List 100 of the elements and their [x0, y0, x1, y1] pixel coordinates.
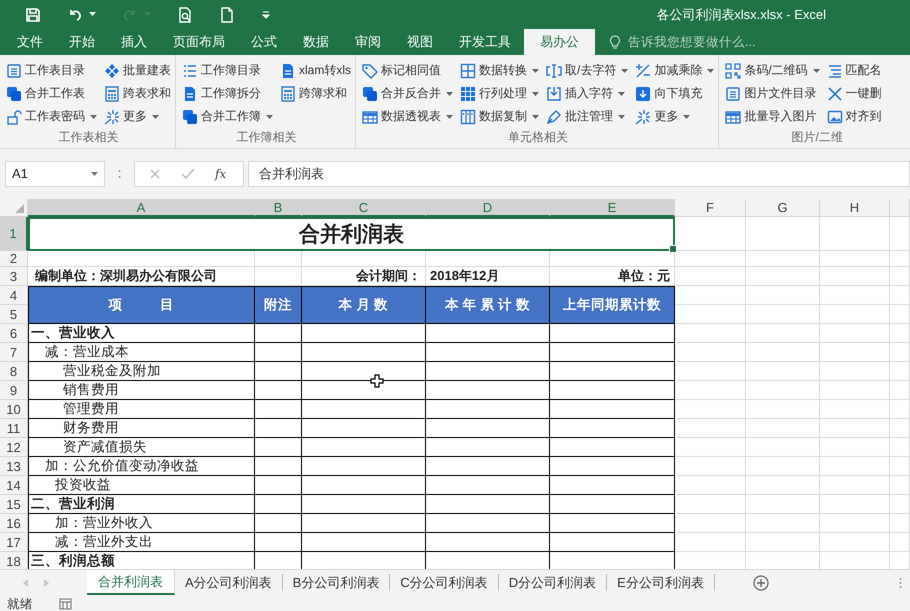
row-header[interactable]: 2	[0, 251, 28, 267]
ribbon-button[interactable]: 工作表目录	[5, 59, 98, 82]
name-box[interactable]: A1	[5, 160, 105, 186]
column-heading-cell: 本 年 累 计 数	[426, 286, 550, 324]
row-header[interactable]: 18	[0, 552, 28, 569]
column-header[interactable]: F	[675, 199, 746, 217]
column-header[interactable]: H	[820, 199, 890, 217]
column-header[interactable]: B	[255, 199, 302, 217]
ribbon-button[interactable]: 加减乘除	[634, 59, 716, 82]
stacked-squares-icon	[6, 86, 22, 102]
ribbon-button[interactable]: 取/去字符	[545, 59, 630, 82]
sheet-tab[interactable]: D分公司利润表	[498, 574, 608, 591]
column-header[interactable]: A	[28, 199, 255, 217]
ribbon-button[interactable]: 条码/二维码	[724, 59, 821, 82]
ribbon-tab[interactable]: 插入	[108, 29, 160, 55]
ribbon-tab[interactable]: 公式	[238, 29, 290, 55]
fill-handle[interactable]	[669, 245, 677, 253]
sheet-tab[interactable]: B分公司利润表	[282, 574, 390, 591]
row-header[interactable]: 8	[0, 362, 28, 381]
grid-cell	[675, 305, 746, 324]
row-header[interactable]: 4	[0, 286, 28, 305]
ribbon-tab[interactable]: 页面布局	[160, 29, 238, 55]
ribbon-button[interactable]: 合并工作表	[5, 82, 98, 105]
row-header[interactable]: 7	[0, 343, 28, 362]
row-header[interactable]: 11	[0, 419, 28, 438]
ribbon-button[interactable]: 匹配名	[826, 59, 883, 82]
print-preview-icon	[177, 6, 193, 22]
next-sheet-icon[interactable]	[43, 578, 49, 586]
grip-icon[interactable]	[118, 168, 121, 180]
ribbon-button[interactable]: 批量导入图片	[724, 105, 821, 128]
more-icon[interactable]	[899, 576, 902, 588]
row-header[interactable]: 1	[0, 217, 28, 251]
ribbon-button[interactable]: 更多	[103, 105, 172, 128]
row-header[interactable]: 13	[0, 457, 28, 476]
ribbon-button[interactable]: 更多	[634, 105, 716, 128]
ribbon-tab[interactable]: 开始	[56, 29, 108, 55]
ribbon-button[interactable]: 插入字符	[545, 82, 630, 105]
sheet-tab[interactable]: A分公司利润表	[175, 574, 283, 591]
column-header[interactable]: C	[302, 199, 426, 217]
row-header[interactable]: 12	[0, 438, 28, 457]
stacked-lines-icon	[826, 62, 843, 78]
ribbon-button[interactable]: 工作表密码	[5, 105, 98, 128]
column-header[interactable]: D	[426, 199, 550, 217]
ribbon-tab[interactable]: 视图	[394, 29, 446, 55]
ribbon-tab[interactable]: 开发工具	[446, 29, 524, 55]
add-sheet-icon[interactable]	[752, 574, 769, 590]
cancel-icon[interactable]	[149, 168, 161, 180]
row-header[interactable]: 3	[0, 267, 28, 286]
select-all-corner[interactable]	[0, 199, 28, 217]
row-header[interactable]: 9	[0, 381, 28, 400]
triangle-icon	[15, 204, 24, 213]
dot-grid-icon	[460, 86, 476, 102]
sheet-tab[interactable]: 合并利润表	[87, 570, 175, 595]
ribbon-tab[interactable]: 数据	[290, 29, 342, 55]
sheet-title-cell: 合并利润表	[28, 217, 675, 251]
row-header[interactable]: 16	[0, 514, 28, 533]
ribbon-button[interactable]: 跨簿求和	[279, 82, 352, 105]
row-header[interactable]: 14	[0, 476, 28, 495]
sheet-tab[interactable]: E分公司利润表	[607, 574, 715, 591]
grid-cell	[675, 362, 746, 381]
ribbon-button[interactable]: 数据复制	[459, 105, 540, 128]
ribbon-button[interactable]: 批量建表	[103, 59, 172, 82]
formula-input[interactable]: 合并利润表	[248, 160, 910, 186]
ribbon-button[interactable]: 工作簿目录	[181, 59, 274, 82]
insert-function-button[interactable]: fx	[215, 166, 226, 180]
row-header[interactable]: 6	[0, 324, 28, 343]
column-header[interactable]	[890, 199, 910, 217]
grid-cell	[890, 476, 910, 495]
ribbon-button[interactable]: 数据透视表	[361, 105, 454, 128]
check-icon[interactable]	[181, 168, 195, 180]
row-header[interactable]: 5	[0, 305, 28, 324]
caret-icon	[446, 114, 454, 118]
ribbon-button[interactable]: 对齐到	[826, 105, 883, 128]
column-header[interactable]: E	[550, 199, 675, 217]
ribbon-button[interactable]: 标记相同值	[361, 59, 454, 82]
previous-sheet-icon[interactable]	[23, 578, 29, 586]
ribbon-button[interactable]: 行列处理	[459, 82, 540, 105]
tell-me-field[interactable]: 告诉我您想要做什么...	[609, 29, 780, 55]
row-header[interactable]: 17	[0, 533, 28, 552]
ribbon-button[interactable]: 图片文件目录	[724, 82, 821, 105]
ribbon-tab[interactable]: 审阅	[342, 29, 394, 55]
ribbon-button[interactable]: 一键删	[826, 82, 883, 105]
ribbon-button[interactable]: 向下填充	[634, 82, 716, 105]
grid-cell	[820, 217, 890, 251]
column-header[interactable]: G	[746, 199, 820, 217]
ribbon-button[interactable]: 合并工作簿	[181, 105, 274, 128]
macro-record-icon[interactable]	[59, 598, 72, 610]
ribbon-tab[interactable]: 文件	[4, 29, 56, 55]
grid-cell	[675, 514, 746, 533]
ribbon-button[interactable]: 工作簿拆分	[181, 82, 274, 105]
ribbon-button[interactable]: 数据转换	[459, 59, 540, 82]
ribbon-button[interactable]: xlam转xls	[279, 59, 352, 82]
sheet-tab[interactable]: C分公司利润表	[390, 574, 499, 591]
ribbon-button[interactable]: 跨表求和	[103, 82, 172, 105]
caret-icon	[812, 68, 820, 72]
row-header[interactable]: 10	[0, 400, 28, 419]
row-header[interactable]: 15	[0, 495, 28, 514]
ribbon-button[interactable]: 批注管理	[545, 105, 630, 128]
ribbon-button[interactable]: 合并反合并	[361, 82, 454, 105]
ribbon-tab[interactable]: 易办公	[524, 29, 595, 55]
